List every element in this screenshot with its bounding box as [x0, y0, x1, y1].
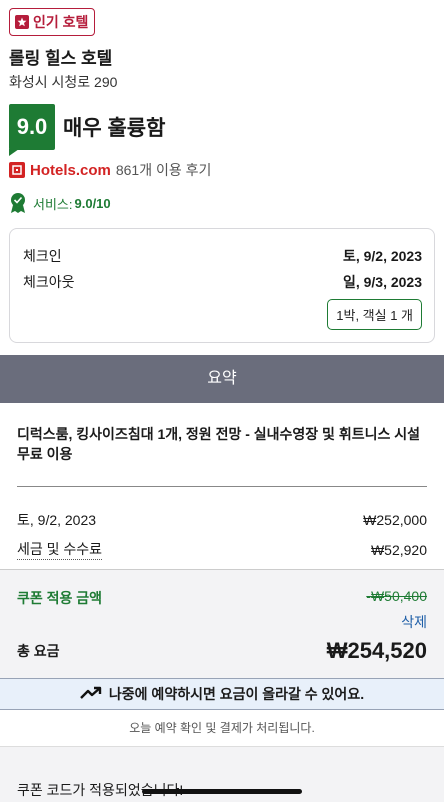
checkout-label: 체크아웃: [23, 274, 75, 290]
star-icon: [15, 15, 29, 29]
room-summary-badge: 1박, 객실 1 개: [327, 299, 422, 330]
hotel-name: 롤링 힐스 호텔: [9, 49, 113, 68]
popular-hotel-badge: 인기 호텔: [9, 8, 96, 36]
divider: [17, 486, 427, 487]
checkout-value: 일, 9/3, 2023: [342, 274, 422, 290]
night-price-row: 토, 9/2, 2023 ₩252,000: [17, 503, 427, 536]
price-increase-alert: 나중에 예약하시면 요금이 올라갈 수 있어요.: [0, 678, 444, 710]
night-price: ₩252,000: [363, 511, 427, 528]
service-label: 서비스:: [33, 196, 73, 212]
review-count: 861개 이용 후기: [115, 162, 212, 178]
total-label: 총 요금: [17, 643, 60, 659]
room-description: 디럭스룸, 킹사이즈침대 1개, 정원 전망 - 실내수영장 및 휘트니스 시설…: [17, 426, 420, 462]
rating-score: 9.0: [9, 104, 55, 156]
checkin-value: 토, 9/2, 2023: [342, 248, 422, 264]
hotels-com-logo-icon: [9, 162, 25, 178]
service-rating-row: 서비스: 9.0/10: [9, 192, 435, 214]
night-date-label: 토, 9/2, 2023: [17, 511, 97, 528]
trending-up-icon: [80, 686, 102, 703]
reviews-row[interactable]: Hotels.com 861개 이용 후기: [9, 160, 435, 180]
summary-body: 디럭스룸, 킹사이즈침대 1개, 정원 전망 - 실내수영장 및 휘트니스 시설…: [0, 403, 444, 569]
checkout-row: 체크아웃 일, 9/3, 2023: [23, 269, 422, 295]
badge-label: 인기 호텔: [33, 14, 89, 30]
award-medal-icon: [9, 192, 27, 214]
checkin-row: 체크인 토, 9/2, 2023: [23, 243, 422, 269]
coupon-total-section: 쿠폰 적용 금액 -₩50,400 삭제 총 요금 ₩254,520: [0, 569, 444, 678]
payment-note: 오늘 예약 확인 및 결제가 처리됩니다.: [0, 710, 444, 746]
coupon-discount-label: 쿠폰 적용 금액: [17, 590, 103, 606]
rating-row: 9.0 매우 훌륭함: [9, 104, 435, 156]
tax-fees-label[interactable]: 세금 및 수수료: [17, 539, 103, 560]
tax-fees-price: ₩52,920: [370, 541, 427, 558]
coupon-row: 쿠폰 적용 금액 -₩50,400: [17, 588, 427, 608]
reviews-brand: Hotels.com: [30, 161, 111, 179]
hotel-info-section: 인기 호텔 롤링 힐스 호텔 화성시 시청로 290 9.0 매우 훌륭함 Ho…: [0, 0, 444, 355]
total-row: 총 요금 ₩254,520: [17, 638, 427, 678]
alert-text: 나중에 예약하시면 요금이 올라갈 수 있어요.: [108, 686, 365, 702]
coupon-discount-amount: -₩50,400: [366, 588, 427, 604]
tax-row: 세금 및 수수료 ₩52,920: [17, 536, 427, 569]
checkin-label: 체크인: [23, 248, 62, 264]
service-value: 9.0/10: [74, 195, 111, 211]
rating-label: 매우 훌륭함: [63, 117, 166, 140]
home-indicator[interactable]: [142, 789, 302, 794]
hotel-address: 화성시 시청로 290: [9, 74, 118, 90]
summary-header: 요약: [0, 355, 444, 403]
stay-dates-card: 체크인 토, 9/2, 2023 체크아웃 일, 9/3, 2023 1박, 객…: [9, 228, 435, 343]
coupon-delete-link[interactable]: 삭제: [17, 612, 427, 632]
total-price: ₩254,520: [326, 638, 427, 663]
